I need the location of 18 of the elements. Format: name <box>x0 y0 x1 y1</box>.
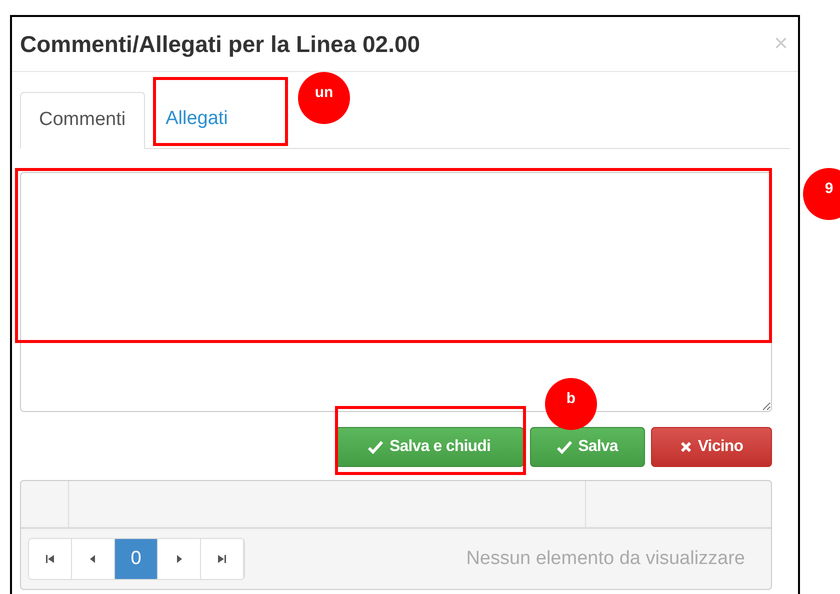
close-icon <box>680 441 692 453</box>
last-page-icon <box>217 554 227 564</box>
first-page-icon <box>45 554 55 564</box>
pager-status: Nessun elemento da visualizzare <box>466 546 745 571</box>
next-page-icon <box>174 554 184 564</box>
callout-badge: 9 <box>803 168 840 220</box>
save-button[interactable]: Salva e chiudi <box>335 427 524 467</box>
last-page-button[interactable] <box>201 539 244 579</box>
check-icon <box>368 440 384 454</box>
page-button[interactable]: 0 <box>115 539 158 579</box>
save-button[interactable]: Salva <box>530 427 645 467</box>
tab[interactable]: Commenti <box>20 92 145 149</box>
first-page-button[interactable] <box>29 539 72 579</box>
previous-page-icon <box>88 554 98 564</box>
dialog-title: Commenti/Allegati per la Linea 02.00 <box>20 30 420 59</box>
check-icon <box>557 440 572 454</box>
tab[interactable]: Allegati <box>144 91 249 148</box>
close-button[interactable]: Vicino <box>651 427 772 467</box>
